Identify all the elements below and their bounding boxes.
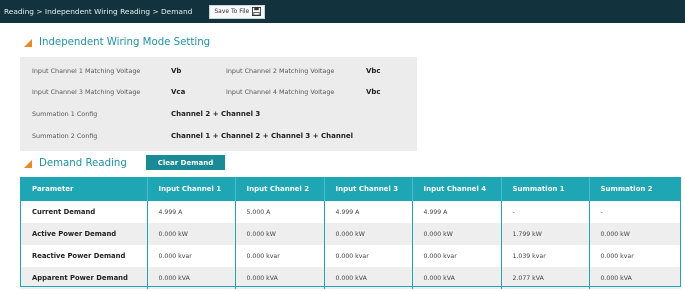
wiring-section-title: Independent Wiring Mode Setting — [24, 37, 210, 48]
table-header-row: Parameter Input Channel 1 Input Channel … — [20, 177, 681, 201]
column-header: Summation 1 — [501, 177, 590, 201]
breadcrumb: Reading > Independent Wiring Reading > D… — [4, 7, 193, 16]
save-button-label: Save To File — [214, 8, 250, 15]
wiring-title-text: Independent Wiring Mode Setting — [39, 37, 211, 48]
wiring-settings-panel: Input Channel 1 Matching Voltage Vb Inpu… — [20, 57, 417, 151]
table-cell: 2.077 kVA — [501, 267, 590, 289]
column-header: Input Channel 1 — [147, 177, 236, 201]
ch1-voltage-value: Vb — [171, 67, 182, 75]
ch3-voltage-value: Vca — [171, 88, 186, 96]
table-cell: 0.000 kvar — [147, 245, 236, 267]
row-parameter: Apparent Power Demand — [20, 267, 148, 289]
table-cell: 5.000 A — [235, 201, 325, 223]
table-cell: 0.000 kW — [412, 223, 502, 245]
column-header: Parameter — [20, 177, 148, 201]
clear-demand-button[interactable]: Clear Demand — [146, 155, 225, 170]
summation1-config-value: Channel 2 + Channel 3 — [171, 110, 261, 118]
table-cell: 0.000 kVA — [412, 267, 502, 289]
table-cell: 4.999 A — [147, 201, 236, 223]
floppy-disk-icon — [252, 7, 262, 16]
summation2-config-value: Channel 1 + Channel 2 + Channel 3 + Chan… — [171, 132, 353, 140]
table-cell: 4.999 A — [412, 201, 502, 223]
table-row: Apparent Power Demand 0.000 kVA 0.000 kV… — [20, 267, 681, 289]
table-cell: 1.799 kW — [501, 223, 590, 245]
top-bar: Reading > Independent Wiring Reading > D… — [0, 0, 685, 23]
section-marker-icon — [24, 38, 32, 47]
ch1-voltage-label: Input Channel 1 Matching Voltage — [32, 67, 141, 75]
demand-section-title: Demand Reading — [24, 158, 127, 169]
table-cell: 0.000 kvar — [589, 245, 681, 267]
ch2-voltage-value: Vbc — [366, 67, 381, 75]
table-cell: 0.000 kvar — [235, 245, 325, 267]
table-cell: - — [589, 201, 681, 223]
demand-title-text: Demand Reading — [39, 158, 127, 169]
table-cell: 0.000 kW — [589, 223, 681, 245]
table-cell: 0.000 kvar — [412, 245, 502, 267]
table-row: Current Demand 4.999 A 5.000 A 4.999 A 4… — [20, 201, 681, 223]
table-cell: - — [501, 201, 590, 223]
ch3-voltage-label: Input Channel 3 Matching Voltage — [32, 88, 141, 96]
table-cell: 0.000 kVA — [589, 267, 681, 289]
column-header: Input Channel 2 — [235, 177, 325, 201]
table-cell: 1.039 kvar — [501, 245, 590, 267]
column-header: Input Channel 4 — [412, 177, 502, 201]
section-marker-icon — [24, 159, 32, 168]
column-header: Summation 2 — [589, 177, 681, 201]
table-row: Active Power Demand 0.000 kW 0.000 kW 0.… — [20, 223, 681, 245]
row-parameter: Active Power Demand — [20, 223, 148, 245]
table-cell: 0.000 kVA — [235, 267, 325, 289]
row-parameter: Current Demand — [20, 201, 148, 223]
table-cell: 4.999 A — [324, 201, 413, 223]
table-cell: 0.000 kW — [324, 223, 413, 245]
ch4-voltage-value: Vbc — [366, 88, 381, 96]
row-parameter: Reactive Power Demand — [20, 245, 148, 267]
table-cell: 0.000 kvar — [324, 245, 413, 267]
summation2-config-label: Summation 2 Config — [32, 132, 98, 140]
table-cell: 0.000 kW — [147, 223, 236, 245]
table-row: Reactive Power Demand 0.000 kvar 0.000 k… — [20, 245, 681, 267]
save-to-file-button[interactable]: Save To File — [209, 4, 266, 19]
table-cell: 0.000 kW — [235, 223, 325, 245]
column-header: Input Channel 3 — [324, 177, 413, 201]
table-cell: 0.000 kVA — [324, 267, 413, 289]
ch2-voltage-label: Input Channel 2 Matching Voltage — [226, 67, 335, 75]
ch4-voltage-label: Input Channel 4 Matching Voltage — [226, 88, 335, 96]
demand-table: Parameter Input Channel 1 Input Channel … — [20, 177, 681, 289]
summation1-config-label: Summation 1 Config — [32, 110, 98, 118]
table-cell: 0.000 kVA — [147, 267, 236, 289]
